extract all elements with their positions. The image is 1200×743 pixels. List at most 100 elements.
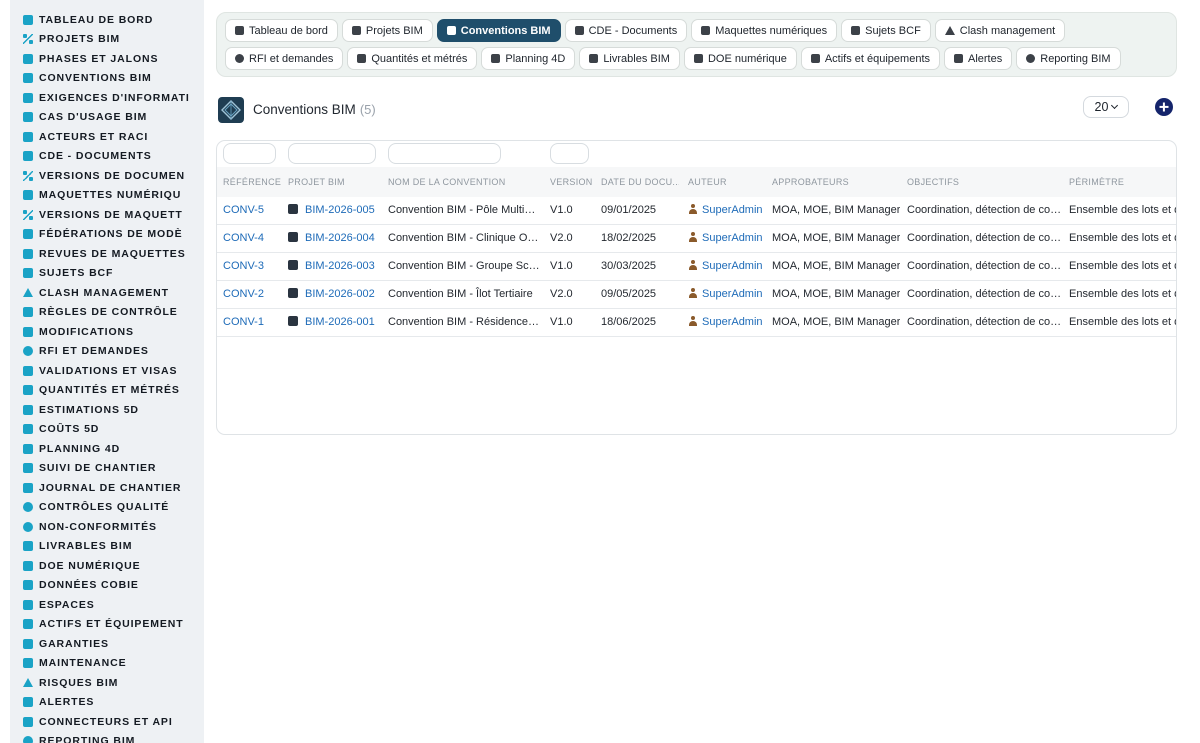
sidebar-item[interactable]: ESPACES: [10, 595, 204, 615]
column-header[interactable]: OBJECTIFS: [907, 167, 1062, 197]
sidebar-item[interactable]: LIVRABLES BIM: [10, 537, 204, 557]
sidebar-item[interactable]: TABLEAU DE BORD: [10, 10, 204, 30]
sidebar-item[interactable]: PHASES ET JALONS: [10, 49, 204, 69]
tab[interactable]: Conventions BIM: [436, 19, 561, 42]
cell-project[interactable]: BIM-2026-001: [288, 309, 383, 336]
sidebar-item[interactable]: PLANNING 4D: [10, 439, 204, 459]
sidebar-item[interactable]: RISQUES BIM: [10, 673, 204, 693]
table-row[interactable]: CONV-2 BIM-2026-002 Convention BIM - Îlot …: [217, 281, 1176, 309]
sidebar-item[interactable]: CONNECTEURS ET API: [10, 712, 204, 732]
tab[interactable]: Maquettes numériques: [691, 19, 838, 42]
tab[interactable]: Clash management: [934, 19, 1066, 42]
page-size-select[interactable]: 20: [1083, 96, 1129, 118]
sidebar-item[interactable]: DONNÉES COBIE: [10, 576, 204, 596]
cell-author[interactable]: SuperAdmin: [688, 309, 768, 336]
filter-project-input[interactable]: [288, 143, 376, 164]
tab[interactable]: Livrables BIM: [579, 47, 680, 70]
sidebar-item[interactable]: QUANTITÉS ET MÉTRÉS: [10, 381, 204, 401]
tab[interactable]: CDE - Documents: [564, 19, 688, 42]
table-row[interactable]: CONV-3 BIM-2026-003 Convention BIM - Group…: [217, 253, 1176, 281]
column-header[interactable]: PÉRIMÈTRE: [1069, 167, 1176, 197]
tab[interactable]: Tableau de bord: [225, 19, 338, 42]
tab[interactable]: Alertes: [944, 47, 1013, 70]
sidebar-item[interactable]: MODIFICATIONS: [10, 322, 204, 342]
cell-text[interactable]: CONV-1: [223, 316, 264, 328]
cell-author[interactable]: SuperAdmin: [688, 253, 768, 280]
tab[interactable]: Sujets BCF: [841, 19, 931, 42]
cell-text[interactable]: SuperAdmin: [702, 288, 763, 300]
sidebar-item[interactable]: ACTEURS ET RACI: [10, 127, 204, 147]
sidebar-item[interactable]: VERSIONS DE DOCUMEN: [10, 166, 204, 186]
cell-project[interactable]: BIM-2026-005: [288, 197, 383, 224]
cell-project[interactable]: BIM-2026-003: [288, 253, 383, 280]
sidebar-item[interactable]: DOE NUMÉRIQUE: [10, 556, 204, 576]
add-record-button[interactable]: [1155, 98, 1173, 116]
tab[interactable]: DOE numérique: [683, 47, 797, 70]
sidebar-item[interactable]: MAQUETTES NUMÉRIQU: [10, 186, 204, 206]
cell-ref[interactable]: CONV-1: [223, 309, 283, 336]
tab[interactable]: Projets BIM: [341, 19, 433, 42]
cell-text[interactable]: SuperAdmin: [702, 204, 763, 216]
sidebar-item[interactable]: MAINTENANCE: [10, 654, 204, 674]
cell-project[interactable]: BIM-2026-004: [288, 225, 383, 252]
cell-text[interactable]: CONV-4: [223, 232, 264, 244]
sidebar-item[interactable]: NON-CONFORMITÉS: [10, 517, 204, 537]
cell-text[interactable]: BIM-2026-002: [305, 288, 375, 300]
cell-ref[interactable]: CONV-5: [223, 197, 283, 224]
cell-project[interactable]: BIM-2026-002: [288, 281, 383, 308]
cell-text[interactable]: SuperAdmin: [702, 260, 763, 272]
sidebar-item[interactable]: CONTRÔLES QUALITÉ: [10, 498, 204, 518]
cell-author[interactable]: SuperAdmin: [688, 197, 768, 224]
tab[interactable]: RFI et demandes: [225, 47, 344, 70]
cell-ref[interactable]: CONV-4: [223, 225, 283, 252]
sidebar-item[interactable]: GARANTIES: [10, 634, 204, 654]
cell-text[interactable]: BIM-2026-004: [305, 232, 375, 244]
filter-reference-input[interactable]: [223, 143, 276, 164]
column-header[interactable]: PROJET BIM: [288, 167, 383, 197]
tab[interactable]: Actifs et équipements: [800, 47, 940, 70]
tab[interactable]: Reporting BIM: [1016, 47, 1121, 70]
column-header[interactable]: VERSION: [550, 167, 596, 197]
cell-author[interactable]: SuperAdmin: [688, 225, 768, 252]
tab[interactable]: Quantités et métrés: [347, 47, 478, 70]
sidebar-item[interactable]: REPORTING BIM: [10, 732, 204, 743]
column-header[interactable]: RÉFÉRENCE: [223, 167, 283, 197]
cell-text[interactable]: SuperAdmin: [702, 232, 763, 244]
sidebar-item[interactable]: ESTIMATIONS 5D: [10, 400, 204, 420]
sidebar-item[interactable]: CONVENTIONS BIM: [10, 69, 204, 89]
tab[interactable]: Planning 4D: [481, 47, 576, 70]
sidebar-item[interactable]: SUIVI DE CHANTIER: [10, 459, 204, 479]
sidebar-item[interactable]: CLASH MANAGEMENT: [10, 283, 204, 303]
cell-text[interactable]: BIM-2026-001: [305, 316, 375, 328]
table-row[interactable]: CONV-1 BIM-2026-001 Convention BIM - Résid…: [217, 309, 1176, 337]
table-row[interactable]: CONV-5 BIM-2026-005 Convention BIM - Pôle …: [217, 197, 1176, 225]
sidebar-item[interactable]: FÉDÉRATIONS DE MODÈ: [10, 225, 204, 245]
filter-version-input[interactable]: [550, 143, 589, 164]
cell-ref[interactable]: CONV-3: [223, 253, 283, 280]
sidebar-item[interactable]: REVUES DE MAQUETTES: [10, 244, 204, 264]
table-row[interactable]: CONV-4 BIM-2026-004 Convention BIM - Clini…: [217, 225, 1176, 253]
sidebar-item[interactable]: PROJETS BIM: [10, 30, 204, 50]
sidebar-item[interactable]: CDE - DOCUMENTS: [10, 147, 204, 167]
sidebar-item[interactable]: COÛTS 5D: [10, 420, 204, 440]
sidebar-item[interactable]: RÈGLES DE CONTRÔLE: [10, 303, 204, 323]
column-header[interactable]: AUTEUR: [688, 167, 768, 197]
cell-text[interactable]: CONV-5: [223, 204, 264, 216]
sidebar-item[interactable]: ACTIFS ET ÉQUIPEMENT: [10, 615, 204, 635]
sidebar-item[interactable]: EXIGENCES D'INFORMATI: [10, 88, 204, 108]
sidebar-item[interactable]: RFI ET DEMANDES: [10, 342, 204, 362]
column-header[interactable]: APPROBATEURS: [772, 167, 900, 197]
sidebar-item[interactable]: ALERTES: [10, 693, 204, 713]
column-header[interactable]: DATE DU DOCU...: [601, 167, 679, 197]
cell-author[interactable]: SuperAdmin: [688, 281, 768, 308]
sidebar-item[interactable]: JOURNAL DE CHANTIER: [10, 478, 204, 498]
cell-text[interactable]: BIM-2026-003: [305, 260, 375, 272]
sidebar-item[interactable]: VERSIONS DE MAQUETT: [10, 205, 204, 225]
cell-ref[interactable]: CONV-2: [223, 281, 283, 308]
cell-text[interactable]: BIM-2026-005: [305, 204, 375, 216]
sidebar-item[interactable]: VALIDATIONS ET VISAS: [10, 361, 204, 381]
cell-text[interactable]: CONV-3: [223, 260, 264, 272]
cell-text[interactable]: CONV-2: [223, 288, 264, 300]
cell-text[interactable]: SuperAdmin: [702, 316, 763, 328]
filter-name-input[interactable]: [388, 143, 501, 164]
